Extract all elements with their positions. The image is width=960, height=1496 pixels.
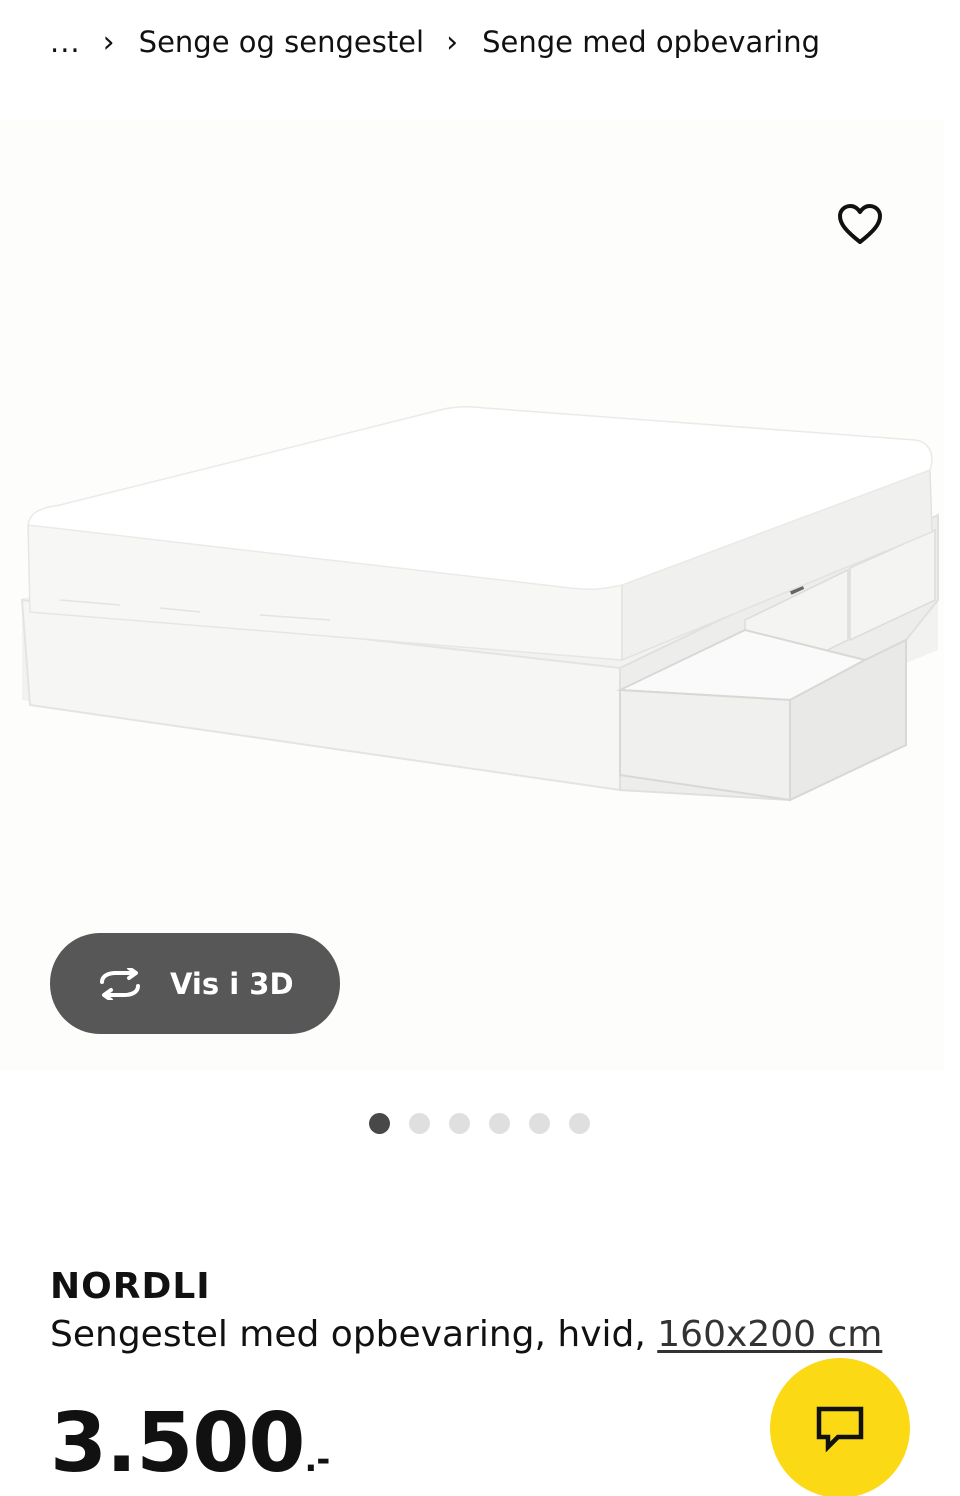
- product-description-text: Sengestel med opbevaring, hvid,: [50, 1314, 646, 1355]
- view-in-3d-label: Vis i 3D: [170, 966, 294, 1001]
- gallery-dot-4[interactable]: [489, 1113, 510, 1134]
- gallery-dot-1[interactable]: [369, 1113, 390, 1134]
- breadcrumb-item-senge-med-opbevaring[interactable]: Senge med opbevaring: [482, 25, 820, 59]
- chevron-right-icon: ›: [446, 24, 459, 60]
- gallery-dot-2[interactable]: [409, 1113, 430, 1134]
- rotate-arrows-icon: [94, 967, 146, 1000]
- product-name: NORDLI: [50, 1266, 211, 1307]
- product-price: 3.500.-: [50, 1396, 330, 1491]
- price-suffix: .-: [304, 1440, 330, 1480]
- view-in-3d-button[interactable]: Vis i 3D: [50, 933, 340, 1034]
- product-size-link[interactable]: 160x200 cm: [657, 1314, 882, 1355]
- gallery-dot-3[interactable]: [449, 1113, 470, 1134]
- chat-button[interactable]: [770, 1358, 910, 1496]
- chevron-right-icon: ›: [102, 24, 115, 60]
- bed-product-image: [20, 405, 939, 802]
- favorite-button[interactable]: [828, 194, 892, 254]
- breadcrumb-item-senge-og-sengestel[interactable]: Senge og sengestel: [139, 25, 424, 59]
- gallery-dot-5[interactable]: [529, 1113, 550, 1134]
- breadcrumb: ... › Senge og sengestel › Senge med opb…: [50, 18, 820, 66]
- product-page: ... › Senge og sengestel › Senge med opb…: [0, 0, 960, 1496]
- product-description: Sengestel med opbevaring, hvid, 160x200 …: [50, 1314, 882, 1355]
- heart-outline-icon: [838, 204, 882, 244]
- price-value: 3.500: [50, 1396, 305, 1491]
- gallery-pagination-dots: [369, 1113, 609, 1134]
- chat-bubble-icon: [816, 1406, 864, 1452]
- breadcrumb-ellipsis[interactable]: ...: [50, 25, 81, 59]
- gallery-dot-6[interactable]: [569, 1113, 590, 1134]
